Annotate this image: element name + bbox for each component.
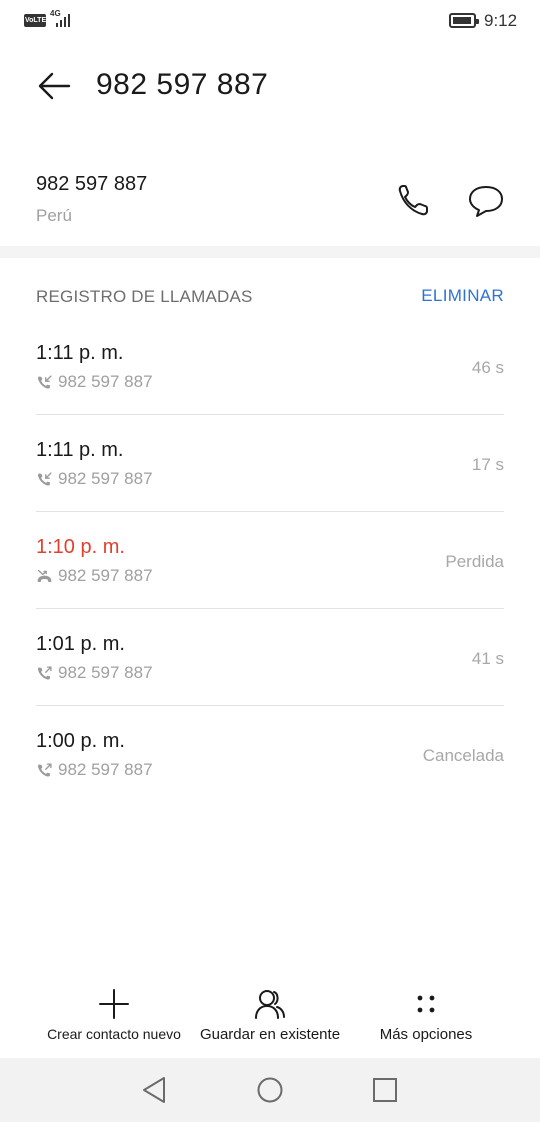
call-number: 982 597 887 — [58, 372, 153, 391]
battery-icon — [449, 13, 479, 28]
call-log-entry[interactable]: 1:00 p. m. 982 597 887 Cancelada — [36, 706, 504, 803]
call-detail: 982 597 887 — [36, 663, 153, 683]
call-number: 982 597 887 — [58, 469, 153, 488]
signal-strength-icon — [56, 13, 70, 27]
missed-call-icon — [37, 569, 52, 582]
plus-icon — [99, 989, 129, 1019]
call-duration: Cancelada — [422, 746, 504, 765]
message-button[interactable] — [466, 180, 506, 220]
status-bar: VoLTE 4G 9:12 — [0, 0, 540, 42]
call-detail: 982 597 887 — [36, 760, 153, 780]
call-detail: 982 597 887 — [36, 469, 153, 489]
delete-log-button[interactable]: ELIMINAR — [421, 286, 504, 306]
outgoing-call-icon — [38, 665, 52, 680]
outgoing-call-icon — [38, 762, 52, 777]
call-detail-screen: VoLTE 4G 9:12 982 597 887 982 597 887 Pe… — [0, 0, 540, 1122]
nav-back-button[interactable] — [138, 1074, 170, 1106]
call-log-entry[interactable]: 1:10 p. m. 982 597 887 Perdida — [36, 512, 504, 609]
nav-recents-button[interactable] — [369, 1074, 401, 1106]
contact-country: Perú — [36, 206, 72, 225]
call-duration: Perdida — [445, 552, 504, 571]
call-log-heading: REGISTRO DE LLAMADAS — [36, 287, 253, 306]
system-nav-bar — [0, 1058, 540, 1122]
circle-home-icon — [257, 1077, 283, 1103]
incoming-call-icon — [38, 471, 52, 486]
call-log-entry[interactable]: 1:11 p. m. 982 597 887 46 s — [36, 318, 504, 415]
contacts-icon — [255, 990, 285, 1019]
contact-number: 982 597 887 — [36, 173, 148, 195]
more-options-label: Más opciones — [379, 1026, 473, 1043]
call-time: 1:11 p. m. — [36, 439, 124, 461]
save-existing-button[interactable]: Guardar en existente — [196, 982, 344, 1052]
call-duration: 17 s — [471, 455, 504, 474]
square-recents-icon — [373, 1078, 397, 1102]
call-time: 1:01 p. m. — [36, 633, 125, 655]
save-existing-label: Guardar en existente — [199, 1026, 341, 1043]
call-log-entry[interactable]: 1:11 p. m. 982 597 887 17 s — [36, 415, 504, 512]
call-detail: 982 597 887 — [36, 372, 153, 392]
more-dots-icon — [417, 995, 435, 1013]
back-button[interactable] — [34, 66, 74, 106]
call-log-entry[interactable]: 1:01 p. m. 982 597 887 41 s — [36, 609, 504, 706]
call-number: 982 597 887 — [58, 566, 153, 585]
more-options-button[interactable]: Más opciones — [372, 982, 480, 1052]
call-time: 1:11 p. m. — [36, 342, 124, 364]
call-log-list: 1:11 p. m. 982 597 887 46 s 1:11 p. m. 9… — [36, 318, 504, 803]
call-time: 1:10 p. m. — [36, 536, 125, 558]
page-title: 982 597 887 — [96, 68, 269, 101]
call-duration: 46 s — [471, 358, 504, 377]
call-detail: 982 597 887 — [36, 566, 153, 586]
phone-icon — [398, 185, 428, 216]
call-number: 982 597 887 — [58, 760, 153, 779]
section-divider — [0, 246, 540, 258]
create-contact-label: Crear contacto nuevo — [47, 1026, 181, 1042]
call-button[interactable] — [394, 180, 434, 220]
nav-home-button[interactable] — [254, 1074, 286, 1106]
call-duration: 41 s — [471, 649, 504, 668]
chat-bubble-icon — [469, 186, 503, 217]
bottom-action-bar: Crear contacto nuevo Guardar en existent… — [0, 982, 540, 1052]
create-contact-button[interactable]: Crear contacto nuevo — [44, 982, 184, 1052]
call-time: 1:00 p. m. — [36, 730, 125, 752]
incoming-call-icon — [38, 374, 52, 389]
call-number: 982 597 887 — [58, 663, 153, 682]
volte-badge: VoLTE — [24, 14, 46, 27]
arrow-left-icon — [38, 72, 71, 100]
status-time: 9:12 — [484, 11, 518, 30]
triangle-back-icon — [143, 1077, 165, 1103]
